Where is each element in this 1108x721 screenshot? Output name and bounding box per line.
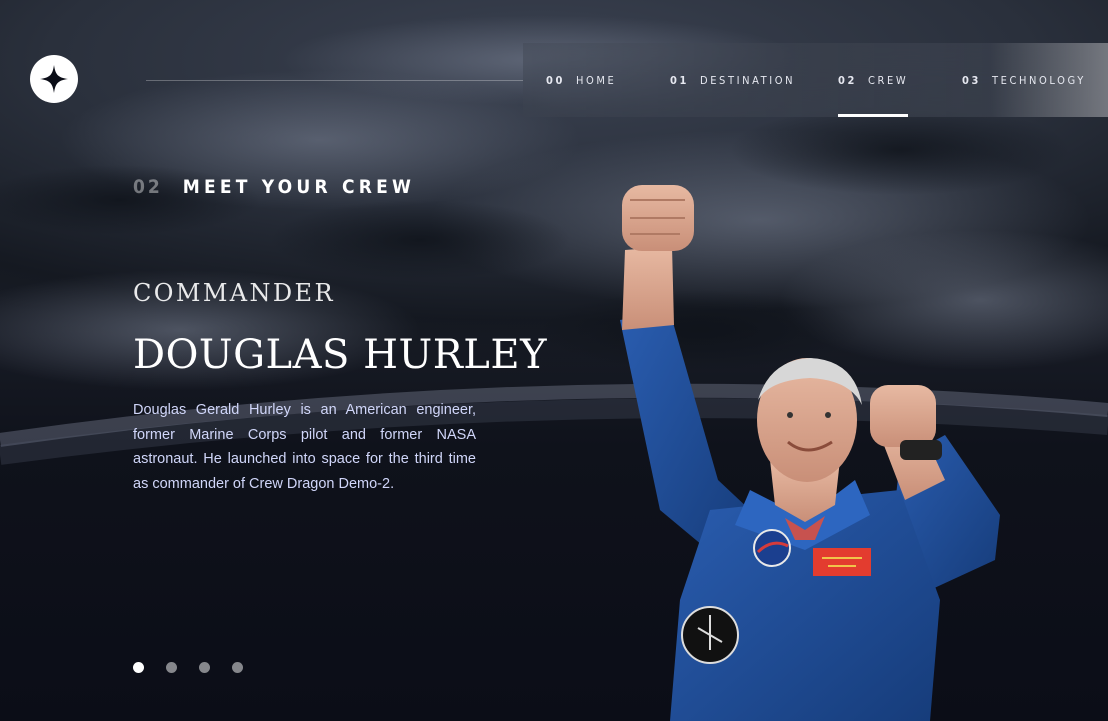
page-number: 02: [133, 176, 163, 198]
nav-destination-label: DESTINATION: [699, 73, 796, 87]
slider-dot-1[interactable]: [133, 662, 144, 673]
header-divider: [146, 80, 523, 81]
crew-bio: Douglas Gerald Hurley is an American eng…: [133, 402, 476, 492]
astronaut-photo: [600, 180, 1020, 721]
crew-slider-dots: [133, 662, 243, 673]
nav-crew-label: CREW: [867, 73, 909, 87]
nav-destination[interactable]: 01 DESTINATION: [670, 43, 795, 117]
nav-crew-number: 02: [838, 73, 857, 87]
nav-technology[interactable]: 03 TECHNOLOGY: [962, 43, 1086, 117]
nav-home[interactable]: 00 HOME: [546, 43, 616, 117]
crew-role: COMMANDER: [133, 279, 335, 307]
page-title: 02 MEET YOUR CREW: [133, 176, 415, 198]
slider-dot-4[interactable]: [232, 662, 243, 673]
nav-home-number: 00: [546, 73, 565, 87]
nav-technology-number: 03: [962, 73, 981, 87]
star-logo-icon[interactable]: [30, 55, 78, 103]
nav-home-label: HOME: [575, 73, 617, 87]
main-nav: 00 HOME 01 DESTINATION 02 CREW 03 TECHNO…: [523, 43, 1108, 117]
slider-dot-2[interactable]: [166, 662, 177, 673]
slider-dot-3[interactable]: [199, 662, 210, 673]
page-title-text: MEET YOUR CREW: [182, 176, 416, 198]
nav-crew[interactable]: 02 CREW: [838, 43, 909, 117]
crew-name: DOUGLAS HURLEY: [133, 332, 547, 378]
nav-technology-label: TECHNOLOGY: [991, 73, 1086, 87]
nav-destination-number: 01: [670, 73, 689, 87]
